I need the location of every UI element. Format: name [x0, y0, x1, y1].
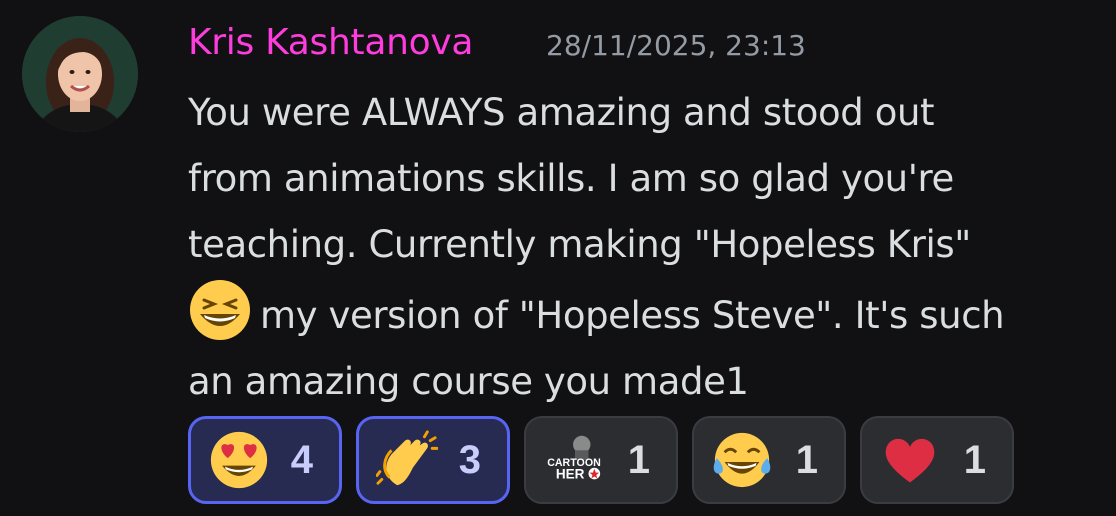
- svg-text:HER: HER: [556, 466, 585, 481]
- reaction-heart-eyes[interactable]: 4: [188, 416, 342, 504]
- reaction-count: 4: [290, 437, 313, 482]
- message-line-text: my version of "Hopeless Steve". It's suc…: [260, 294, 1005, 337]
- reaction-tears-of-joy[interactable]: 1: [692, 416, 846, 504]
- clapping-hands-icon: [375, 428, 439, 492]
- reaction-red-heart[interactable]: 1: [860, 416, 1014, 504]
- grinning-squinting-face-icon: [190, 280, 250, 340]
- message-timestamp[interactable]: 28/11/2025, 23:13: [546, 27, 806, 65]
- tears-of-joy-icon: [710, 428, 774, 492]
- author-name[interactable]: Kris Kashtanova: [188, 20, 473, 66]
- reaction-count: 1: [795, 437, 818, 482]
- reaction-count: 1: [963, 437, 986, 482]
- cartoon-hero-logo-icon: CARTOON HER: [542, 428, 606, 492]
- reaction-cartoon-hero[interactable]: CARTOON HER 1: [524, 416, 678, 504]
- red-heart-icon: [878, 428, 942, 492]
- chat-message: Kris Kashtanova 28/11/2025, 23:13 You we…: [0, 0, 1116, 516]
- message-line: an amazing course you made1: [188, 360, 749, 403]
- reactions-bar: 4 3 CARTOON HER 1 1 1: [188, 416, 1014, 504]
- avatar-photo: [22, 16, 138, 132]
- reaction-clapping-hands[interactable]: 3: [356, 416, 510, 504]
- user-avatar[interactable]: [22, 16, 138, 132]
- message-line: You were ALWAYS amazing and stood out: [188, 91, 935, 134]
- reaction-count: 1: [627, 437, 650, 482]
- message-line: teaching. Currently making "Hopeless Kri…: [188, 223, 971, 266]
- message-line: from animations skills. I am so glad you…: [188, 157, 954, 200]
- message-content: You were ALWAYS amazing and stood out fr…: [188, 80, 1098, 415]
- reaction-count: 3: [458, 437, 481, 482]
- heart-eyes-icon: [207, 428, 271, 492]
- message-line-with-emoji: my version of "Hopeless Steve". It's suc…: [188, 278, 1098, 349]
